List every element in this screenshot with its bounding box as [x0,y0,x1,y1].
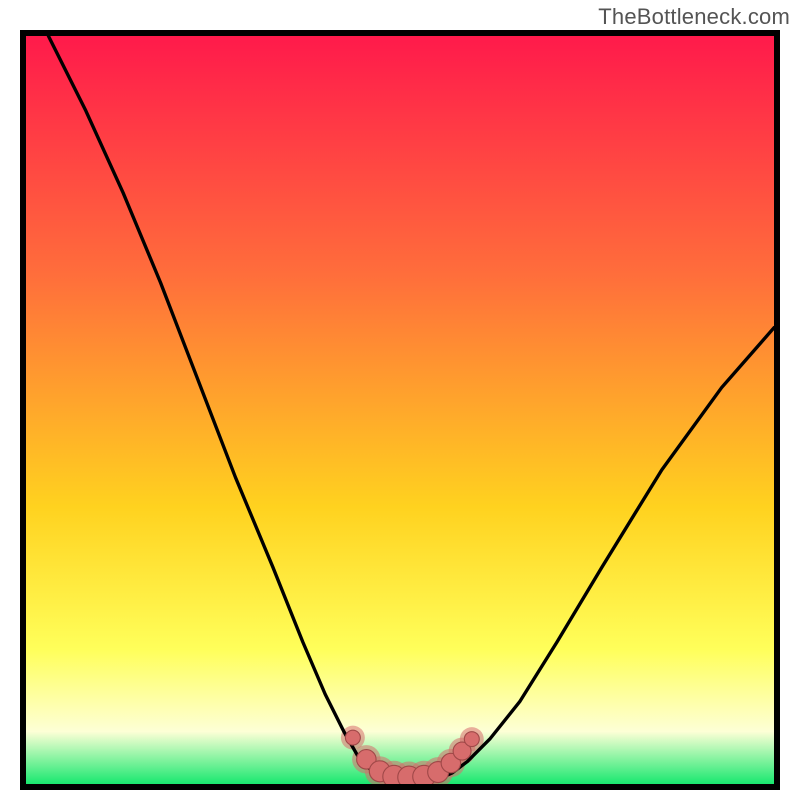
chart-svg [26,36,774,784]
attribution-text: TheBottleneck.com [598,4,790,30]
chart-container: TheBottleneck.com [0,0,800,800]
data-marker [464,732,479,747]
plot-frame [20,30,780,790]
data-marker [345,730,360,745]
plot-area [26,36,774,784]
gradient-background [26,36,774,784]
